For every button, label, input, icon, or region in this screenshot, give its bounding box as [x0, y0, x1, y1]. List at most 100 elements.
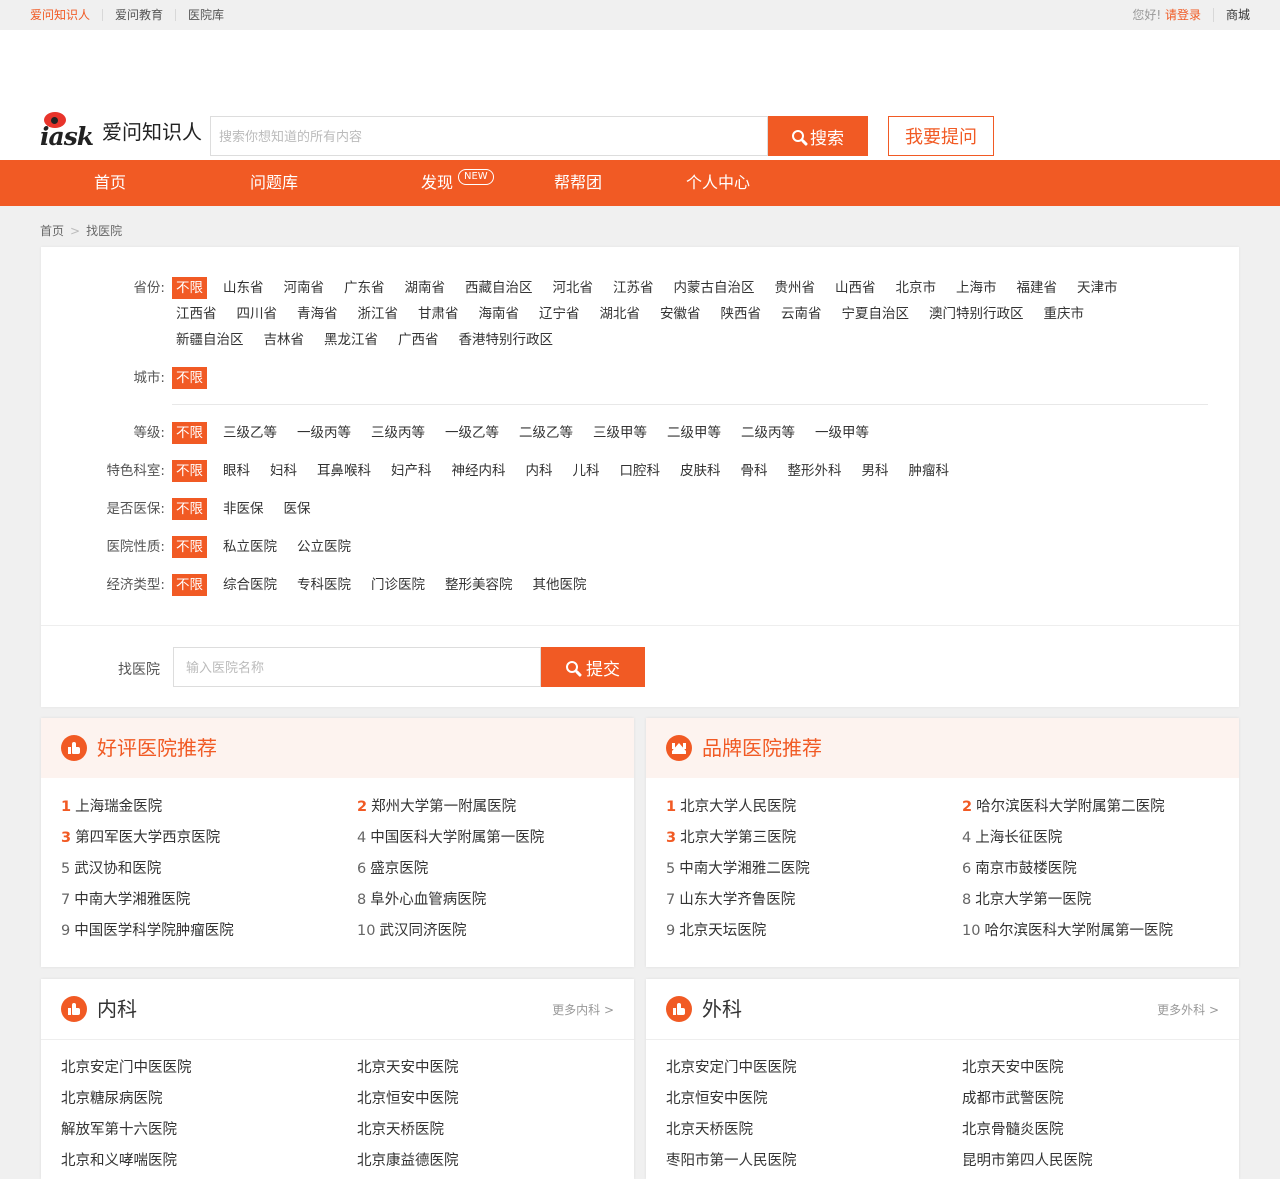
- filter-option[interactable]: 江苏省: [609, 277, 658, 299]
- top-link-education[interactable]: 爱问教育: [103, 9, 177, 21]
- filter-option[interactable]: 北京市: [892, 277, 941, 299]
- more-surgery-link[interactable]: 更多外科 >: [1157, 1001, 1219, 1018]
- filter-option[interactable]: 口腔科: [616, 460, 665, 482]
- filter-option[interactable]: 宁夏自治区: [838, 303, 914, 325]
- hospital-link[interactable]: 解放军第十六医院: [61, 1120, 177, 1140]
- filter-option-selected[interactable]: 不限: [172, 277, 207, 299]
- filter-option[interactable]: 澳门特别行政区: [925, 303, 1028, 325]
- ranked-hospital-item[interactable]: 6 盛京医院: [357, 859, 428, 879]
- nav-personal-center[interactable]: 个人中心: [686, 160, 750, 206]
- filter-option[interactable]: 男科: [858, 460, 893, 482]
- filter-option[interactable]: 辽宁省: [535, 303, 584, 325]
- ranked-hospital-item[interactable]: 10 哈尔滨医科大学附属第一医院: [962, 921, 1173, 941]
- filter-option[interactable]: 骨科: [737, 460, 772, 482]
- submit-button[interactable]: 提交: [541, 647, 645, 687]
- hospital-link[interactable]: 北京糖尿病医院: [61, 1089, 163, 1109]
- logo[interactable]: iask 爱问知识人: [40, 108, 202, 152]
- nav-question-library[interactable]: 问题库: [250, 160, 298, 206]
- filter-option[interactable]: 皮肤科: [676, 460, 725, 482]
- hospital-name-input[interactable]: [174, 648, 538, 686]
- top-link-hospital-db[interactable]: 医院库: [176, 9, 236, 21]
- more-internal-link[interactable]: 更多内科 >: [552, 1001, 614, 1018]
- filter-option[interactable]: 天津市: [1073, 277, 1122, 299]
- ranked-hospital-item[interactable]: 5 中南大学湘雅二医院: [666, 859, 810, 879]
- filter-option[interactable]: 二级乙等: [515, 422, 577, 444]
- hospital-link[interactable]: 北京和义哮喘医院: [61, 1151, 177, 1171]
- filter-option[interactable]: 广东省: [340, 277, 389, 299]
- ranked-hospital-item[interactable]: 4 中国医科大学附属第一医院: [357, 828, 544, 848]
- hospital-link[interactable]: 北京天安中医院: [962, 1058, 1064, 1078]
- hospital-link[interactable]: 北京骨髓炎医院: [962, 1120, 1064, 1140]
- filter-option[interactable]: 福建省: [1013, 277, 1062, 299]
- ranked-hospital-item[interactable]: 7 山东大学齐鲁医院: [666, 890, 795, 910]
- filter-option[interactable]: 河北省: [549, 277, 598, 299]
- filter-option[interactable]: 山西省: [831, 277, 880, 299]
- filter-option[interactable]: 香港特别行政区: [455, 329, 558, 351]
- hospital-link[interactable]: 昆明市第四人民医院: [962, 1151, 1093, 1171]
- filter-option[interactable]: 内科: [522, 460, 557, 482]
- filter-option[interactable]: 医保: [280, 498, 315, 520]
- ranked-hospital-item[interactable]: 10 武汉同济医院: [357, 921, 466, 941]
- filter-option[interactable]: 非医保: [219, 498, 268, 520]
- filter-option[interactable]: 西藏自治区: [461, 277, 537, 299]
- breadcrumb-home[interactable]: 首页: [40, 224, 64, 238]
- filter-option[interactable]: 妇科: [266, 460, 301, 482]
- filter-option[interactable]: 公立医院: [293, 536, 355, 558]
- filter-option[interactable]: 一级甲等: [811, 422, 873, 444]
- filter-option[interactable]: 江西省: [172, 303, 221, 325]
- filter-option[interactable]: 肿瘤科: [905, 460, 954, 482]
- hospital-link[interactable]: 北京恒安中医院: [666, 1089, 768, 1109]
- filter-option[interactable]: 海南省: [475, 303, 524, 325]
- filter-option[interactable]: 浙江省: [354, 303, 403, 325]
- ranked-hospital-item[interactable]: 8 阜外心血管病医院: [357, 890, 486, 910]
- filter-option-selected[interactable]: 不限: [172, 574, 207, 596]
- filter-option[interactable]: 二级丙等: [737, 422, 799, 444]
- filter-option[interactable]: 湖北省: [596, 303, 645, 325]
- filter-option[interactable]: 三级丙等: [367, 422, 429, 444]
- filter-option[interactable]: 三级甲等: [589, 422, 651, 444]
- filter-option-selected[interactable]: 不限: [172, 367, 207, 389]
- filter-option[interactable]: 山东省: [219, 277, 268, 299]
- filter-option[interactable]: 整形外科: [784, 460, 846, 482]
- filter-option[interactable]: 内蒙古自治区: [670, 277, 759, 299]
- nav-help-group[interactable]: 帮帮团: [554, 160, 602, 206]
- filter-option[interactable]: 一级乙等: [441, 422, 503, 444]
- hospital-link[interactable]: 北京康益德医院: [357, 1151, 459, 1171]
- filter-option[interactable]: 二级甲等: [663, 422, 725, 444]
- filter-option[interactable]: 湖南省: [401, 277, 450, 299]
- filter-option[interactable]: 儿科: [569, 460, 604, 482]
- filter-option[interactable]: 河南省: [280, 277, 329, 299]
- filter-option[interactable]: 三级乙等: [219, 422, 281, 444]
- nav-home[interactable]: 首页: [94, 160, 126, 206]
- filter-option[interactable]: 吉林省: [260, 329, 309, 351]
- filter-option[interactable]: 四川省: [233, 303, 282, 325]
- hospital-link[interactable]: 枣阳市第一人民医院: [666, 1151, 797, 1171]
- filter-option-selected[interactable]: 不限: [172, 536, 207, 558]
- ranked-hospital-item[interactable]: 5 武汉协和医院: [61, 859, 161, 879]
- filter-option[interactable]: 门诊医院: [367, 574, 429, 596]
- filter-option[interactable]: 甘肃省: [414, 303, 463, 325]
- filter-option-selected[interactable]: 不限: [172, 498, 207, 520]
- hospital-link[interactable]: 北京天安中医院: [357, 1058, 459, 1078]
- filter-option[interactable]: 陕西省: [717, 303, 766, 325]
- hospital-link[interactable]: 成都市武警医院: [962, 1089, 1064, 1109]
- filter-option[interactable]: 新疆自治区: [172, 329, 248, 351]
- filter-option[interactable]: 贵州省: [771, 277, 820, 299]
- filter-option[interactable]: 广西省: [394, 329, 443, 351]
- search-input[interactable]: [211, 117, 747, 155]
- filter-option-selected[interactable]: 不限: [172, 460, 207, 482]
- login-link[interactable]: 请登录: [1164, 8, 1214, 22]
- ranked-hospital-item[interactable]: 4 上海长征医院: [962, 828, 1062, 848]
- filter-option[interactable]: 青海省: [293, 303, 342, 325]
- hospital-link[interactable]: 北京安定门中医医院: [61, 1058, 192, 1078]
- ranked-hospital-item[interactable]: 3 北京大学第三医院: [666, 828, 796, 848]
- filter-option[interactable]: 妇产科: [387, 460, 436, 482]
- ranked-hospital-item[interactable]: 8 北京大学第一医院: [962, 890, 1091, 910]
- top-link-iask[interactable]: 爱问知识人: [30, 9, 104, 21]
- ranked-hospital-item[interactable]: 9 中国医学科学院肿瘤医院: [61, 921, 234, 941]
- hospital-link[interactable]: 北京天桥医院: [666, 1120, 753, 1140]
- search-button[interactable]: 搜索: [768, 116, 868, 156]
- ranked-hospital-item[interactable]: 2 哈尔滨医科大学附属第二医院: [962, 797, 1165, 817]
- hospital-link[interactable]: 北京恒安中医院: [357, 1089, 459, 1109]
- filter-option[interactable]: 上海市: [952, 277, 1001, 299]
